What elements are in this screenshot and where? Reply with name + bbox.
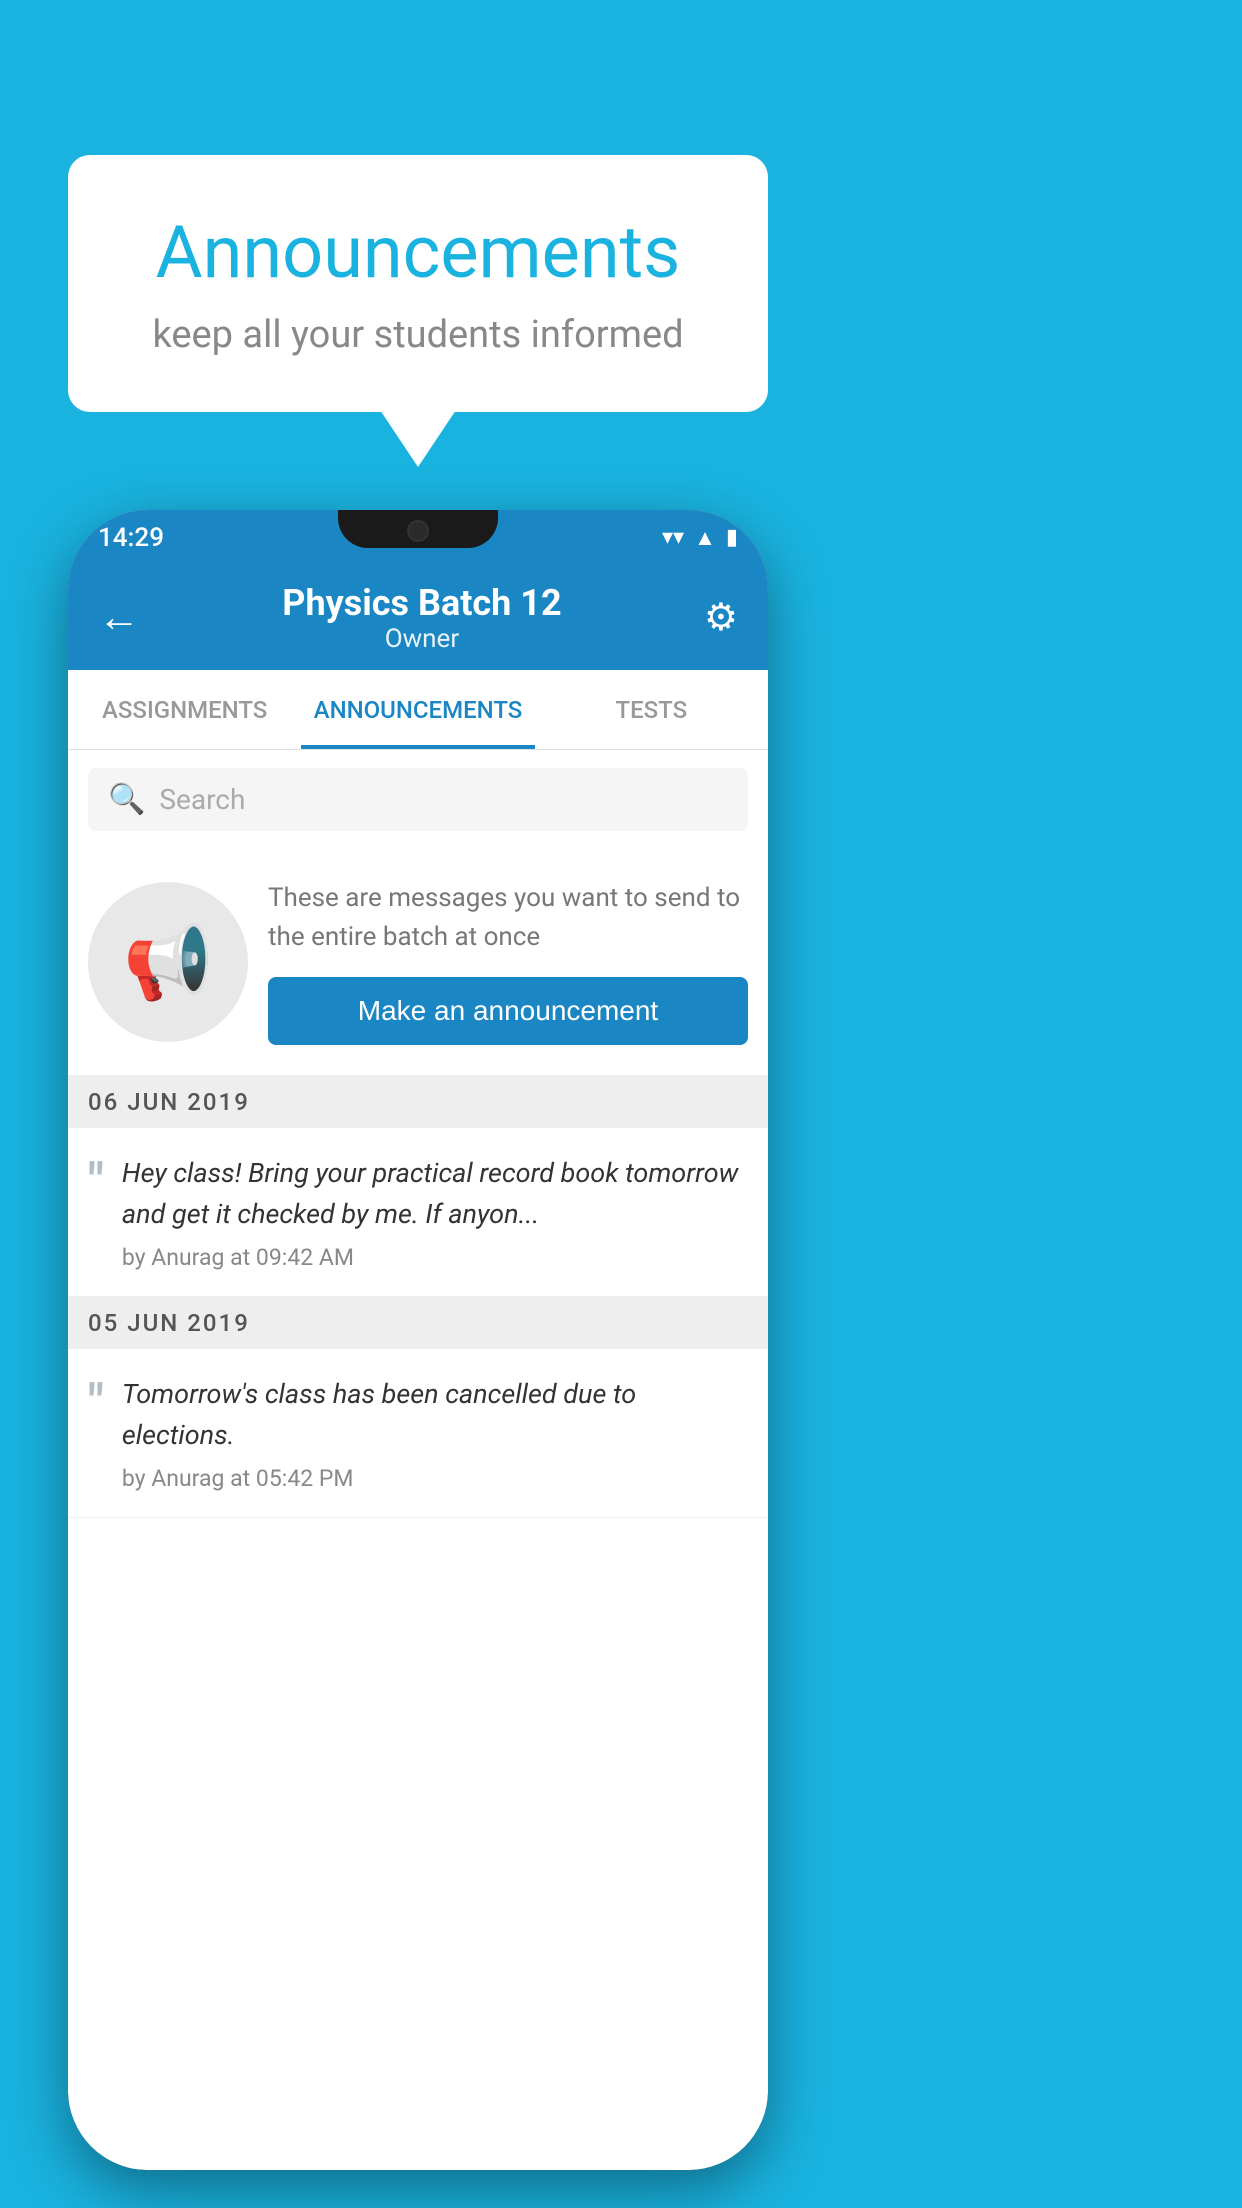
app-bar: ← Physics Batch 12 Owner ⚙	[68, 565, 768, 670]
announcement-meta-1: by Anurag at 09:42 AM	[122, 1244, 748, 1271]
promo-description: These are messages you want to send to t…	[268, 879, 748, 957]
announcement-content-2: Tomorrow's class has been cancelled due …	[122, 1374, 748, 1492]
promo-icon-circle: 📢	[88, 882, 248, 1042]
phone-outer: 14:29 ▾▾ ▲ ▮ ← Physics Batch 12 Owner ⚙ …	[68, 510, 768, 2170]
app-bar-title-container: Physics Batch 12 Owner	[282, 582, 561, 654]
announcement-text-1: Hey class! Bring your practical record b…	[122, 1153, 748, 1234]
promo-card: 📢 These are messages you want to send to…	[68, 849, 768, 1076]
status-time: 14:29	[98, 523, 164, 553]
date-separator-1: 06 JUN 2019	[68, 1076, 768, 1128]
bubble-title: Announcements	[128, 210, 708, 295]
status-icons: ▾▾ ▲ ▮	[662, 525, 738, 551]
search-bar[interactable]: 🔍 Search	[88, 768, 748, 831]
announcement-content-1: Hey class! Bring your practical record b…	[122, 1153, 748, 1271]
make-announcement-button[interactable]: Make an announcement	[268, 977, 748, 1045]
announcement-text-2: Tomorrow's class has been cancelled due …	[122, 1374, 748, 1455]
phone-screen: 14:29 ▾▾ ▲ ▮ ← Physics Batch 12 Owner ⚙ …	[68, 510, 768, 2170]
quote-icon-2: "	[88, 1379, 104, 1429]
signal-icon: ▲	[694, 525, 716, 551]
phone-mockup: 14:29 ▾▾ ▲ ▮ ← Physics Batch 12 Owner ⚙ …	[68, 510, 768, 2170]
search-icon: 🔍	[108, 782, 145, 817]
content-area: 🔍 Search 📢 These are messages you want t…	[68, 750, 768, 2170]
tab-assignments[interactable]: ASSIGNMENTS	[68, 670, 301, 749]
speech-bubble: Announcements keep all your students inf…	[68, 155, 768, 412]
announcement-meta-2: by Anurag at 05:42 PM	[122, 1465, 748, 1492]
speech-bubble-section: Announcements keep all your students inf…	[68, 155, 768, 412]
megaphone-icon: 📢	[123, 920, 213, 1005]
announcement-item-1[interactable]: " Hey class! Bring your practical record…	[68, 1128, 768, 1297]
back-button[interactable]: ←	[98, 593, 140, 642]
wifi-icon: ▾▾	[662, 525, 684, 550]
app-bar-title: Physics Batch 12	[282, 582, 561, 624]
phone-camera	[407, 520, 429, 542]
settings-icon[interactable]: ⚙	[704, 595, 738, 640]
date-separator-2: 05 JUN 2019	[68, 1297, 768, 1349]
phone-notch	[338, 510, 498, 548]
tab-announcements[interactable]: ANNOUNCEMENTS	[301, 670, 534, 749]
bubble-subtitle: keep all your students informed	[128, 313, 708, 357]
promo-content: These are messages you want to send to t…	[268, 879, 748, 1045]
announcement-item-2[interactable]: " Tomorrow's class has been cancelled du…	[68, 1349, 768, 1518]
app-bar-subtitle: Owner	[282, 624, 561, 654]
battery-icon: ▮	[726, 525, 738, 550]
tab-tests[interactable]: TESTS	[535, 670, 768, 749]
search-placeholder: Search	[159, 783, 245, 816]
quote-icon-1: "	[88, 1158, 104, 1208]
tabs-bar: ASSIGNMENTS ANNOUNCEMENTS TESTS	[68, 670, 768, 750]
